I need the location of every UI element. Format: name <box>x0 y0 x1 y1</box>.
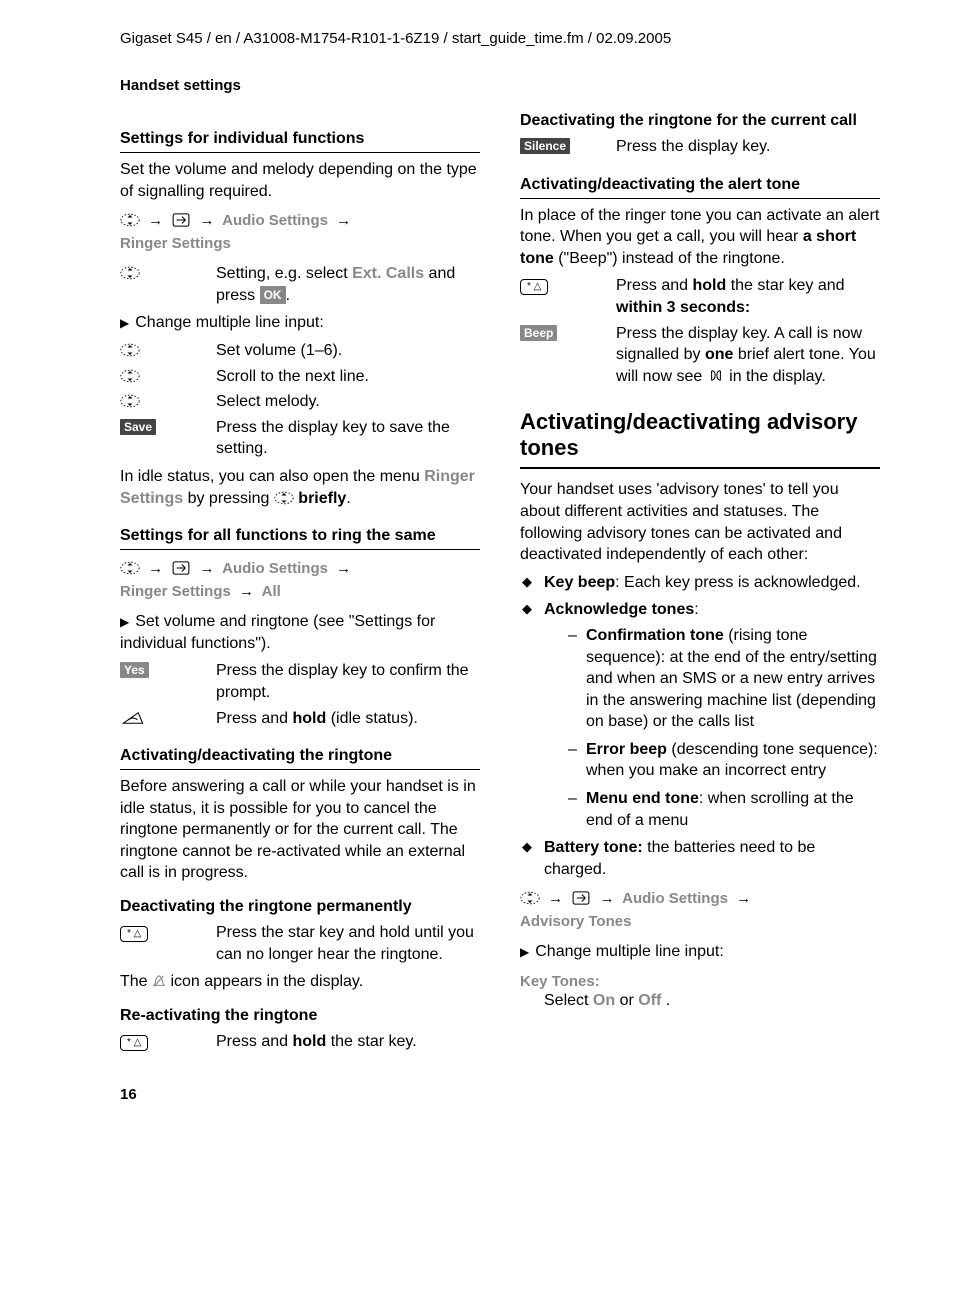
navkey-icon <box>120 343 140 357</box>
navkey-icon <box>120 213 140 227</box>
para-alert: In place of the ringer tone you can acti… <box>520 205 880 270</box>
idle-note: In idle status, you can also open the me… <box>120 466 480 509</box>
navkey-icon <box>120 394 140 408</box>
heading-all: Settings for all functions to ring the s… <box>120 527 480 550</box>
heading-deact-current: Deactivating the ringtone for the curren… <box>520 112 880 130</box>
nav-path-1: → → Audio Settings → Ringer Settings <box>120 210 480 255</box>
step-setting: Setting, e.g. select Ext. Calls and pres… <box>216 263 480 306</box>
heading-ringtone: Activating/deactivating the ringtone <box>120 747 480 770</box>
section-label: Handset settings <box>120 77 884 94</box>
icon-note: The icon appears in the display. <box>120 971 480 993</box>
bell-mute-icon <box>152 974 166 988</box>
navkey-icon <box>520 891 540 905</box>
nav-path-2: → → Audio Settings → Ringer Settings → A… <box>120 558 480 603</box>
change-line: ▶Change multiple line input: <box>120 312 480 334</box>
heading-alert: Activating/deactivating the alert tone <box>520 176 880 199</box>
hangup-icon <box>120 711 146 725</box>
beep-key: Beep <box>520 325 557 341</box>
star-key-icon: * △ <box>520 279 548 295</box>
para-individual: Set the volume and melody depending on t… <box>120 159 480 202</box>
step-silence: Press the display key. <box>616 136 880 158</box>
step-star-hold: Press the star key and hold until you ca… <box>216 922 480 965</box>
heading-react: Re-activating the ringtone <box>120 1007 480 1025</box>
key-tones-label: Key Tones: <box>520 973 880 990</box>
heading-advisory: Activating/deactivating advisory tones <box>520 409 880 469</box>
yes-key: Yes <box>120 662 149 678</box>
ok-key: OK <box>260 286 286 304</box>
change-line-2: ▶Change multiple line input: <box>520 941 880 963</box>
menukey-icon <box>571 891 591 905</box>
save-key: Save <box>120 419 156 435</box>
heading-individual: Settings for individual functions <box>120 130 480 153</box>
step-hold: Press and hold (idle status). <box>216 708 480 730</box>
page-number: 16 <box>120 1086 884 1103</box>
star-key-icon: * △ <box>120 926 148 942</box>
para-ringtone: Before answering a call or while your ha… <box>120 776 480 884</box>
step-save: Press the display key to save the settin… <box>216 417 480 460</box>
step-melody: Select melody. <box>216 391 480 413</box>
para-advisory: Your handset uses 'advisory tones' to te… <box>520 479 880 565</box>
navkey-icon <box>120 369 140 383</box>
heading-deact-perm: Deactivating the ringtone permanently <box>120 898 480 916</box>
menukey-icon <box>171 213 191 227</box>
navkey-icon <box>274 491 294 505</box>
step-volume: Set volume (1–6). <box>216 340 480 362</box>
star-key-icon: * △ <box>120 1035 148 1051</box>
advisory-list: Key beep: Each key press is acknowledged… <box>520 572 880 881</box>
select-on-off: Select On or Off . <box>544 992 880 1010</box>
step-beep: Press the display key. A call is now sig… <box>616 323 880 388</box>
left-column: Settings for individual functions Set th… <box>120 112 480 1056</box>
doc-header: Gigaset S45 / en / A31008-M1754-R101-1-6… <box>120 30 884 47</box>
step-yes: Press the display key to confirm the pro… <box>216 660 480 703</box>
silence-key: Silence <box>520 138 570 154</box>
step-react: Press and hold the star key. <box>216 1031 480 1053</box>
navkey-icon <box>120 266 140 280</box>
bullet-all: ▶Set volume and ringtone (see "Settings … <box>120 611 480 654</box>
right-column: Deactivating the ringtone for the curren… <box>520 112 880 1056</box>
navkey-icon <box>120 561 140 575</box>
menukey-icon <box>171 561 191 575</box>
step-star-alert: Press and hold the star key and within 3… <box>616 275 880 318</box>
alert-bell-icon <box>707 369 725 383</box>
step-scroll: Scroll to the next line. <box>216 366 480 388</box>
nav-path-3: → → Audio Settings → Advisory Tones <box>520 888 880 933</box>
